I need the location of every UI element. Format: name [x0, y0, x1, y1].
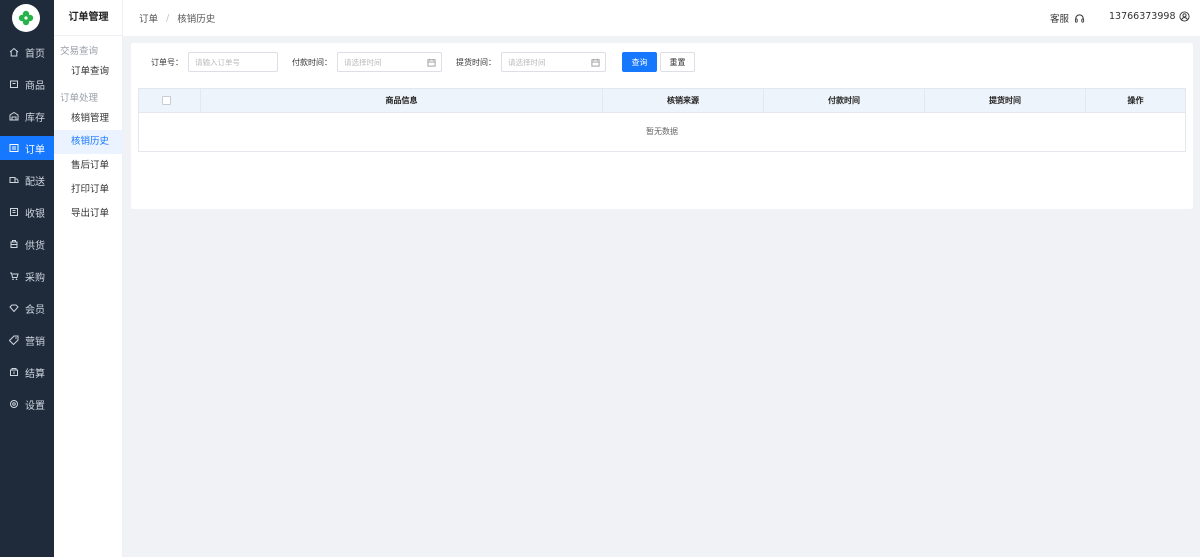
breadcrumb: 订单 / 核销历史 [139, 11, 216, 26]
nav-item-orders[interactable]: 订单 [0, 136, 54, 160]
settle-icon [8, 366, 20, 378]
pay-time-label: 付款时间： [292, 58, 332, 67]
nav-item-label: 设置 [25, 400, 45, 412]
nav-item-purchase[interactable]: 采购 [0, 264, 54, 288]
column-header-actions: 操作 [1085, 89, 1185, 113]
breadcrumb-item[interactable]: 订单 [139, 11, 158, 25]
submenu-group-label: 交易查询 [60, 46, 99, 57]
nav-item-label: 首页 [25, 48, 45, 60]
pickup-time-label: 提货时间： [456, 58, 496, 67]
submenu-group-label: 订单处理 [60, 93, 99, 104]
nav-item-label: 配送 [25, 176, 45, 188]
nav-item-delivery[interactable]: 配送 [0, 168, 54, 192]
content-card: 订单号： 请输入订单号 付款时间： 请选择时间 提货时间： 请选择时间 查询 重… [131, 43, 1193, 209]
sub-menu: 订单管理 交易查询 订单查询 订单处理 核销管理 核销历史 售后订单 打印订单 … [54, 0, 123, 557]
order-no-label: 订单号： [151, 58, 183, 67]
breadcrumb-item-current: 核销历史 [177, 14, 216, 25]
column-header-pickup-time: 提货时间 [924, 89, 1085, 113]
headset-icon [1074, 13, 1085, 23]
pay-time-picker[interactable]: 请选择时间 [337, 52, 442, 72]
supply-icon [8, 238, 20, 250]
cart-icon [8, 270, 20, 282]
customer-service-label: 客服 [1050, 14, 1070, 25]
app-logo[interactable] [12, 4, 40, 32]
submenu-item-export-order[interactable]: 导出订单 [54, 202, 123, 226]
nav-item-label: 库存 [25, 112, 45, 124]
order-no-input[interactable]: 请输入订单号 [188, 52, 278, 72]
user-account[interactable]: 13766373998 [1109, 11, 1190, 22]
top-header: 订单 / 核销历史 客服 13766373998 [123, 0, 1200, 36]
submenu-title: 订单管理 [54, 0, 123, 36]
table-empty-text: 暂无数据 [646, 127, 678, 136]
nav-item-label: 营销 [25, 336, 45, 348]
member-icon [8, 302, 20, 314]
clover-logo-icon [18, 10, 34, 26]
submenu-item-verify-history[interactable]: 核销历史 [54, 130, 123, 154]
submenu-item-verify-manage[interactable]: 核销管理 [54, 107, 123, 131]
home-icon [8, 46, 20, 58]
nav-item-label: 供货 [25, 240, 45, 252]
reset-button[interactable]: 重置 [660, 52, 695, 72]
nav-item-member[interactable]: 会员 [0, 296, 54, 320]
order-icon [8, 142, 20, 154]
nav-item-label: 订单 [25, 144, 45, 156]
submenu-item-order-query[interactable]: 订单查询 [54, 60, 123, 84]
select-all-cell [139, 89, 200, 113]
column-header-pay-time: 付款时间 [763, 89, 924, 113]
nav-item-label: 采购 [25, 272, 45, 284]
search-button[interactable]: 查询 [622, 52, 657, 72]
submenu-item-print-order[interactable]: 打印订单 [54, 178, 123, 202]
user-phone: 13766373998 [1109, 11, 1176, 22]
cashier-icon [8, 206, 20, 218]
nav-item-home[interactable]: 首页 [0, 40, 54, 64]
nav-item-label: 收银 [25, 208, 45, 220]
nav-item-marketing[interactable]: 营销 [0, 328, 54, 352]
table-header: 商品信息 核销来源 付款时间 提货时间 操作 [139, 89, 1185, 113]
truck-icon [8, 174, 20, 186]
warehouse-icon [8, 110, 20, 122]
nav-item-inventory[interactable]: 库存 [0, 104, 54, 128]
column-header-verify-source: 核销来源 [602, 89, 763, 113]
pay-time-placeholder: 请选择时间 [344, 57, 382, 67]
submenu-item-after-sales[interactable]: 售后订单 [54, 154, 123, 178]
tag-icon [8, 334, 20, 346]
nav-item-label: 商品 [25, 80, 45, 92]
pickup-time-placeholder: 请选择时间 [508, 57, 546, 67]
nav-item-cashier[interactable]: 收银 [0, 200, 54, 224]
nav-item-label: 会员 [25, 304, 45, 316]
verification-history-table: 商品信息 核销来源 付款时间 提货时间 操作 暂无数据 [138, 88, 1186, 152]
nav-item-label: 结算 [25, 368, 45, 380]
main-nav: 首页 商品 库存 订单 配送 收银 供货 采购 会员 营销 结算 设置 [0, 0, 54, 557]
column-header-goods-info: 商品信息 [200, 89, 602, 113]
nav-item-settings[interactable]: 设置 [0, 392, 54, 416]
calendar-icon [591, 58, 600, 67]
user-avatar-icon [1178, 11, 1190, 22]
nav-item-supply[interactable]: 供货 [0, 232, 54, 256]
pickup-time-picker[interactable]: 请选择时间 [501, 52, 606, 72]
nav-item-settlement[interactable]: 结算 [0, 360, 54, 384]
calendar-icon [427, 58, 436, 67]
breadcrumb-separator: / [166, 12, 170, 24]
customer-service-button[interactable]: 客服 [1050, 11, 1085, 25]
box-icon [8, 78, 20, 90]
nav-item-goods[interactable]: 商品 [0, 72, 54, 96]
gear-icon [8, 398, 20, 410]
select-all-checkbox[interactable] [162, 96, 171, 105]
